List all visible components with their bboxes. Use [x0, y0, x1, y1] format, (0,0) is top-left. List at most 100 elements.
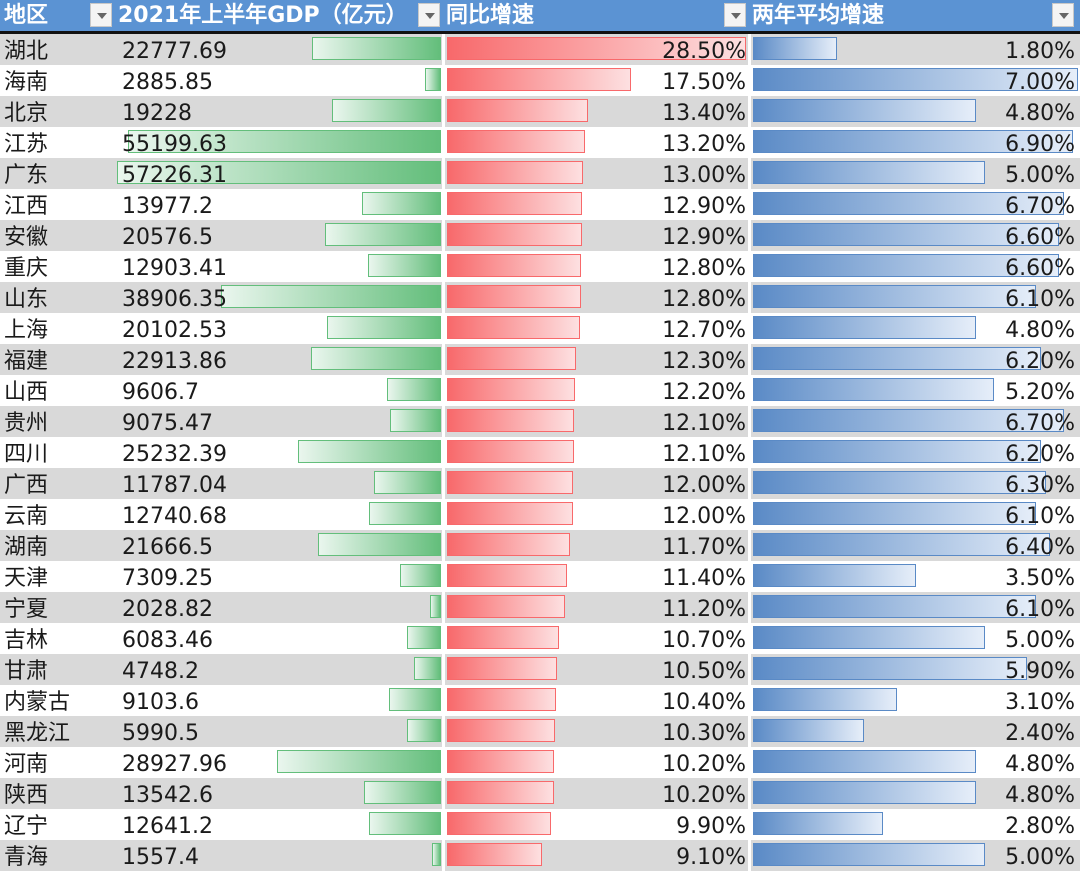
- gdp-cell: 22913.86: [122, 349, 227, 374]
- column-divider: [442, 530, 445, 561]
- avg-cell: 6.10%: [1005, 597, 1075, 622]
- gdp-cell: 9103.6: [122, 690, 199, 715]
- column-divider: [748, 220, 751, 251]
- header-row: 地区 2021年上半年GDP（亿元） 同比增速 两年平均增速: [0, 0, 1080, 34]
- table-row[interactable]: 贵州 9075.47 12.10% 6.70%: [0, 406, 1080, 437]
- yoy-cell: 12.30%: [662, 349, 746, 374]
- column-divider: [748, 65, 751, 96]
- avg-cell: 5.00%: [1005, 163, 1075, 188]
- gdp-data-bar: [369, 812, 441, 835]
- table-row[interactable]: 海南 2885.85 17.50% 7.00%: [0, 65, 1080, 96]
- region-cell: 江苏: [4, 132, 49, 157]
- gdp-data-bar: [390, 409, 441, 432]
- gdp-cell: 9606.7: [122, 380, 199, 405]
- filter-dropdown-avg[interactable]: [1052, 3, 1074, 27]
- header-avg: 两年平均增速: [752, 3, 885, 28]
- region-cell: 吉林: [4, 628, 49, 653]
- filter-dropdown-region[interactable]: [90, 3, 112, 27]
- gdp-data-bar: [312, 37, 441, 60]
- avg-cell: 1.80%: [1005, 39, 1075, 64]
- gdp-cell: 11787.04: [122, 473, 227, 498]
- table-row[interactable]: 山西 9606.7 12.20% 5.20%: [0, 375, 1080, 406]
- yoy-cell: 12.20%: [662, 380, 746, 405]
- avg-cell: 6.90%: [1005, 132, 1075, 157]
- spreadsheet: 地区 2021年上半年GDP（亿元） 同比增速 两年平均增速 湖北 22777.6…: [0, 0, 1080, 871]
- gdp-cell: 12641.2: [122, 814, 213, 839]
- yoy-cell: 13.00%: [662, 163, 746, 188]
- table-row[interactable]: 湖北 22777.69 28.50% 1.80%: [0, 34, 1080, 65]
- column-divider: [748, 313, 751, 344]
- avg-cell: 5.90%: [1005, 659, 1075, 684]
- avg-cell: 6.10%: [1005, 287, 1075, 312]
- gdp-data-bar: [425, 68, 441, 91]
- gdp-data-bar: [298, 440, 441, 463]
- table-row[interactable]: 广东 57226.31 13.00% 5.00%: [0, 158, 1080, 189]
- table-row[interactable]: 吉林 6083.46 10.70% 5.00%: [0, 623, 1080, 654]
- gdp-data-bar: [364, 781, 441, 804]
- gdp-data-bar: [327, 316, 441, 339]
- region-cell: 甘肃: [4, 659, 49, 684]
- table-row[interactable]: 天津 7309.25 11.40% 3.50%: [0, 561, 1080, 592]
- avg-cell: 6.30%: [1005, 473, 1075, 498]
- table-row[interactable]: 四川 25232.39 12.10% 6.20%: [0, 437, 1080, 468]
- yoy-cell: 10.30%: [662, 721, 746, 746]
- table-row[interactable]: 湖南 21666.5 11.70% 6.40%: [0, 530, 1080, 561]
- gdp-cell: 4748.2: [122, 659, 199, 684]
- gdp-cell: 13542.6: [122, 783, 213, 808]
- table-row[interactable]: 北京 19228 13.40% 4.80%: [0, 96, 1080, 127]
- gdp-cell: 2885.85: [122, 70, 213, 95]
- avg-cell: 6.70%: [1005, 411, 1075, 436]
- table-row[interactable]: 黑龙江 5990.5 10.30% 2.40%: [0, 716, 1080, 747]
- table-row[interactable]: 陕西 13542.6 10.20% 4.80%: [0, 778, 1080, 809]
- column-divider: [442, 220, 445, 251]
- table-row[interactable]: 山东 38906.35 12.80% 6.10%: [0, 282, 1080, 313]
- column-divider: [442, 840, 445, 871]
- table-row[interactable]: 青海 1557.4 9.10% 5.00%: [0, 840, 1080, 871]
- avg-cell: 6.60%: [1005, 225, 1075, 250]
- table-row[interactable]: 广西 11787.04 12.00% 6.30%: [0, 468, 1080, 499]
- yoy-cell: 28.50%: [662, 39, 746, 64]
- table-row[interactable]: 重庆 12903.41 12.80% 6.60%: [0, 251, 1080, 282]
- yoy-cell: 12.90%: [662, 225, 746, 250]
- gdp-data-bar: [389, 688, 441, 711]
- column-divider: [442, 561, 445, 592]
- table-row[interactable]: 内蒙古 9103.6 10.40% 3.10%: [0, 685, 1080, 716]
- column-divider: [748, 406, 751, 437]
- yoy-cell: 10.20%: [662, 752, 746, 777]
- table-row[interactable]: 甘肃 4748.2 10.50% 5.90%: [0, 654, 1080, 685]
- table-row[interactable]: 福建 22913.86 12.30% 6.20%: [0, 344, 1080, 375]
- column-divider: [748, 716, 751, 747]
- gdp-data-bar: [277, 750, 441, 773]
- table-row[interactable]: 云南 12740.68 12.00% 6.10%: [0, 499, 1080, 530]
- column-divider: [748, 747, 751, 778]
- filter-dropdown-yoy[interactable]: [724, 3, 746, 27]
- gdp-data-bar: [407, 626, 441, 649]
- table-row[interactable]: 上海 20102.53 12.70% 4.80%: [0, 313, 1080, 344]
- table-row[interactable]: 河南 28927.96 10.20% 4.80%: [0, 747, 1080, 778]
- column-divider: [442, 809, 445, 840]
- avg-cell: 4.80%: [1005, 783, 1075, 808]
- table-row[interactable]: 安徽 20576.5 12.90% 6.60%: [0, 220, 1080, 251]
- gdp-cell: 2028.82: [122, 597, 213, 622]
- table-row[interactable]: 江西 13977.2 12.90% 6.70%: [0, 189, 1080, 220]
- table-row[interactable]: 江苏 55199.63 13.20% 6.90%: [0, 127, 1080, 158]
- gdp-data-bar: [430, 595, 441, 618]
- region-cell: 山东: [4, 287, 49, 312]
- table-row[interactable]: 宁夏 2028.82 11.20% 6.10%: [0, 592, 1080, 623]
- avg-cell: 6.10%: [1005, 504, 1075, 529]
- region-cell: 辽宁: [4, 814, 49, 839]
- gdp-data-bar: [221, 285, 441, 308]
- column-divider: [748, 127, 751, 158]
- gdp-data-bar: [318, 533, 441, 556]
- yoy-cell: 12.80%: [662, 256, 746, 281]
- column-divider: [748, 468, 751, 499]
- column-divider: [748, 344, 751, 375]
- header-region: 地区: [4, 3, 49, 28]
- table-row[interactable]: 辽宁 12641.2 9.90% 2.80%: [0, 809, 1080, 840]
- gdp-cell: 55199.63: [122, 132, 227, 157]
- column-divider: [442, 65, 445, 96]
- header-yoy: 同比增速: [446, 3, 535, 28]
- gdp-cell: 20102.53: [122, 318, 227, 343]
- filter-dropdown-gdp[interactable]: [418, 3, 440, 27]
- gdp-cell: 7309.25: [122, 566, 213, 591]
